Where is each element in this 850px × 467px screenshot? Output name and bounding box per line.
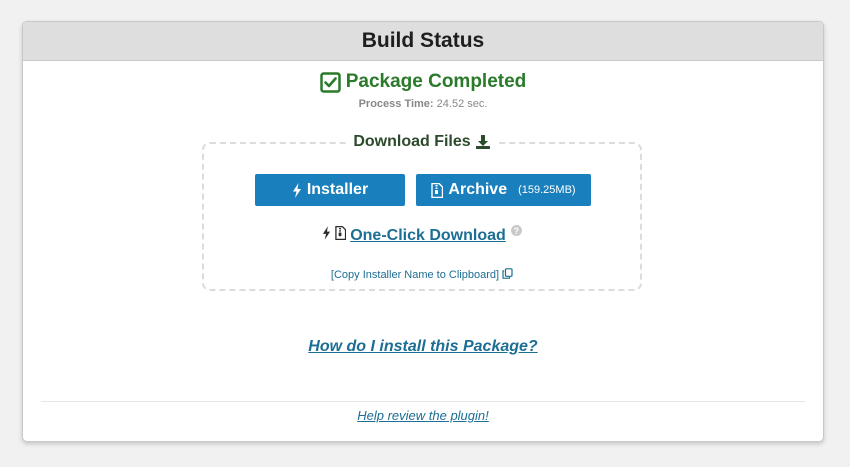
archive-button[interactable]: Archive (159.25MB) xyxy=(416,174,591,206)
process-time: Process Time: 24.52 sec. xyxy=(23,98,823,110)
archive-button-label: Archive xyxy=(448,181,508,198)
download-title-label: Download Files xyxy=(353,133,471,150)
download-files-box: Download Files Installer Archive (159.25… xyxy=(202,133,642,291)
copy-icon[interactable] xyxy=(502,268,513,282)
installer-button[interactable]: Installer xyxy=(255,174,405,206)
status-title: Package Completed xyxy=(345,71,527,92)
install-help-row: How do I install this Package? xyxy=(23,338,823,356)
one-click-download-link[interactable]: One-Click Download xyxy=(350,227,506,245)
review-plugin-link[interactable]: Help review the plugin! xyxy=(357,408,489,423)
question-circle-icon[interactable]: ? xyxy=(510,225,522,236)
process-time-label: Process Time: xyxy=(358,98,434,110)
installer-button-label: Installer xyxy=(306,181,369,198)
build-status-panel: Build Status Package Completed Process T… xyxy=(22,21,824,442)
status-row: Package Completed xyxy=(23,71,823,93)
bolt-icon xyxy=(292,182,302,198)
archive-size: (159.25MB) xyxy=(518,184,576,196)
file-archive-icon xyxy=(431,182,444,198)
process-time-value: 24.52 sec. xyxy=(436,98,488,110)
divider xyxy=(41,401,805,402)
bolt-icon xyxy=(322,226,331,245)
download-title: Download Files xyxy=(347,133,497,151)
checkbox-checked-icon xyxy=(319,71,341,93)
copy-installer-row: [Copy Installer Name to Clipboard] xyxy=(204,268,640,282)
one-click-row: One-Click Download ? xyxy=(204,225,640,245)
install-help-link[interactable]: How do I install this Package? xyxy=(308,338,537,355)
panel-title: Build Status xyxy=(23,22,823,61)
file-archive-icon xyxy=(335,225,347,245)
download-icon xyxy=(475,134,491,150)
copy-installer-name-link[interactable]: [Copy Installer Name to Clipboard] xyxy=(331,269,499,281)
review-row: Help review the plugin! xyxy=(23,408,823,423)
download-title-row: Download Files xyxy=(204,133,640,151)
